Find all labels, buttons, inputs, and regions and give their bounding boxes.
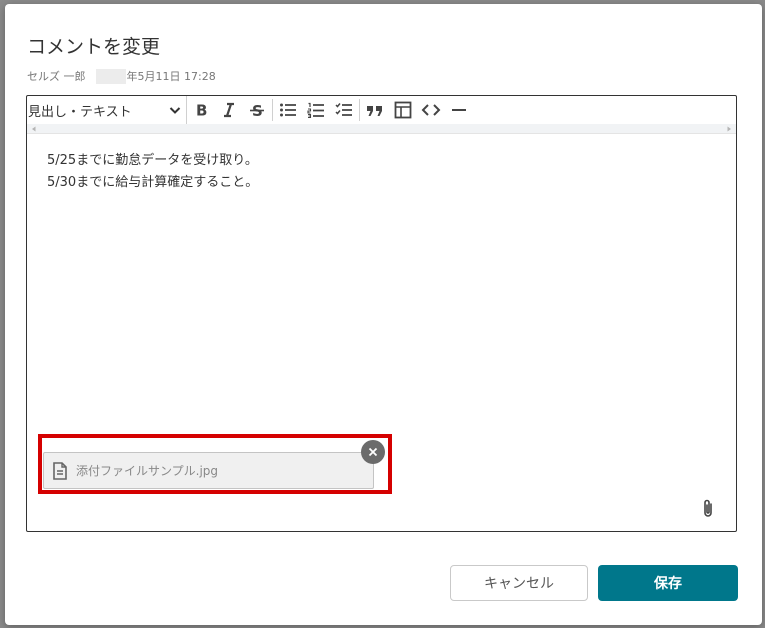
scroll-right-icon[interactable] [724, 124, 734, 134]
text-format-group: B S [187, 96, 271, 124]
horizontal-rule-icon[interactable] [445, 96, 473, 124]
close-icon [368, 447, 378, 457]
attachment-filename: 添付ファイルサンプル.jpg [76, 464, 219, 478]
italic-icon[interactable] [215, 96, 243, 124]
block-group [361, 96, 473, 124]
comment-meta: セルズ 一郎 年5月11日 17:28 [27, 68, 216, 84]
toolbar-divider [272, 99, 273, 121]
editor-content[interactable]: 5/25までに勤怠データを受け取り。 5/30までに給与計算確定すること。 [47, 150, 258, 194]
attachment-chip[interactable]: 添付ファイルサンプル.jpg [43, 452, 374, 489]
toolbar-divider [359, 99, 360, 121]
editor-toolbar: 見出し・テキスト B S [27, 96, 736, 124]
chevron-down-icon [167, 102, 183, 118]
heading-style-label: 見出し・テキスト [28, 104, 132, 120]
strikethrough-icon[interactable]: S [243, 96, 271, 124]
redacted-year [95, 68, 126, 84]
bullet-list-icon[interactable] [274, 96, 302, 124]
bold-icon[interactable]: B [187, 96, 215, 124]
edit-comment-dialog: コメントを変更 セルズ 一郎 年5月11日 17:28 見出し・テキスト B S… [5, 4, 762, 625]
dialog-title: コメントを変更 [27, 36, 161, 58]
comment-date: 年5月11日 17:28 [126, 70, 216, 83]
document-icon [53, 461, 69, 480]
code-icon[interactable] [417, 96, 445, 124]
list-group [274, 96, 358, 124]
quote-icon[interactable] [361, 96, 389, 124]
numbered-list-icon[interactable] [302, 96, 330, 124]
content-line: 5/30までに給与計算確定すること。 [47, 175, 259, 190]
content-line: 5/25までに勤怠データを受け取り。 [47, 153, 258, 168]
scroll-left-icon[interactable] [29, 124, 39, 134]
comment-editor: 見出し・テキスト B S 5/25までに勤怠データを受け取り。 5/30までに給… [26, 95, 737, 532]
cancel-button[interactable]: キャンセル [450, 565, 588, 601]
paperclip-icon[interactable] [700, 498, 716, 520]
save-button[interactable]: 保存 [598, 565, 738, 601]
heading-style-select[interactable]: 見出し・テキスト [27, 96, 187, 124]
table-icon[interactable] [389, 96, 417, 124]
svg-text:B: B [196, 102, 207, 118]
remove-attachment-button[interactable] [361, 440, 385, 464]
task-list-icon[interactable] [330, 96, 358, 124]
toolbar-scrollbar[interactable] [27, 124, 736, 134]
comment-author: セルズ 一郎 [27, 70, 86, 83]
